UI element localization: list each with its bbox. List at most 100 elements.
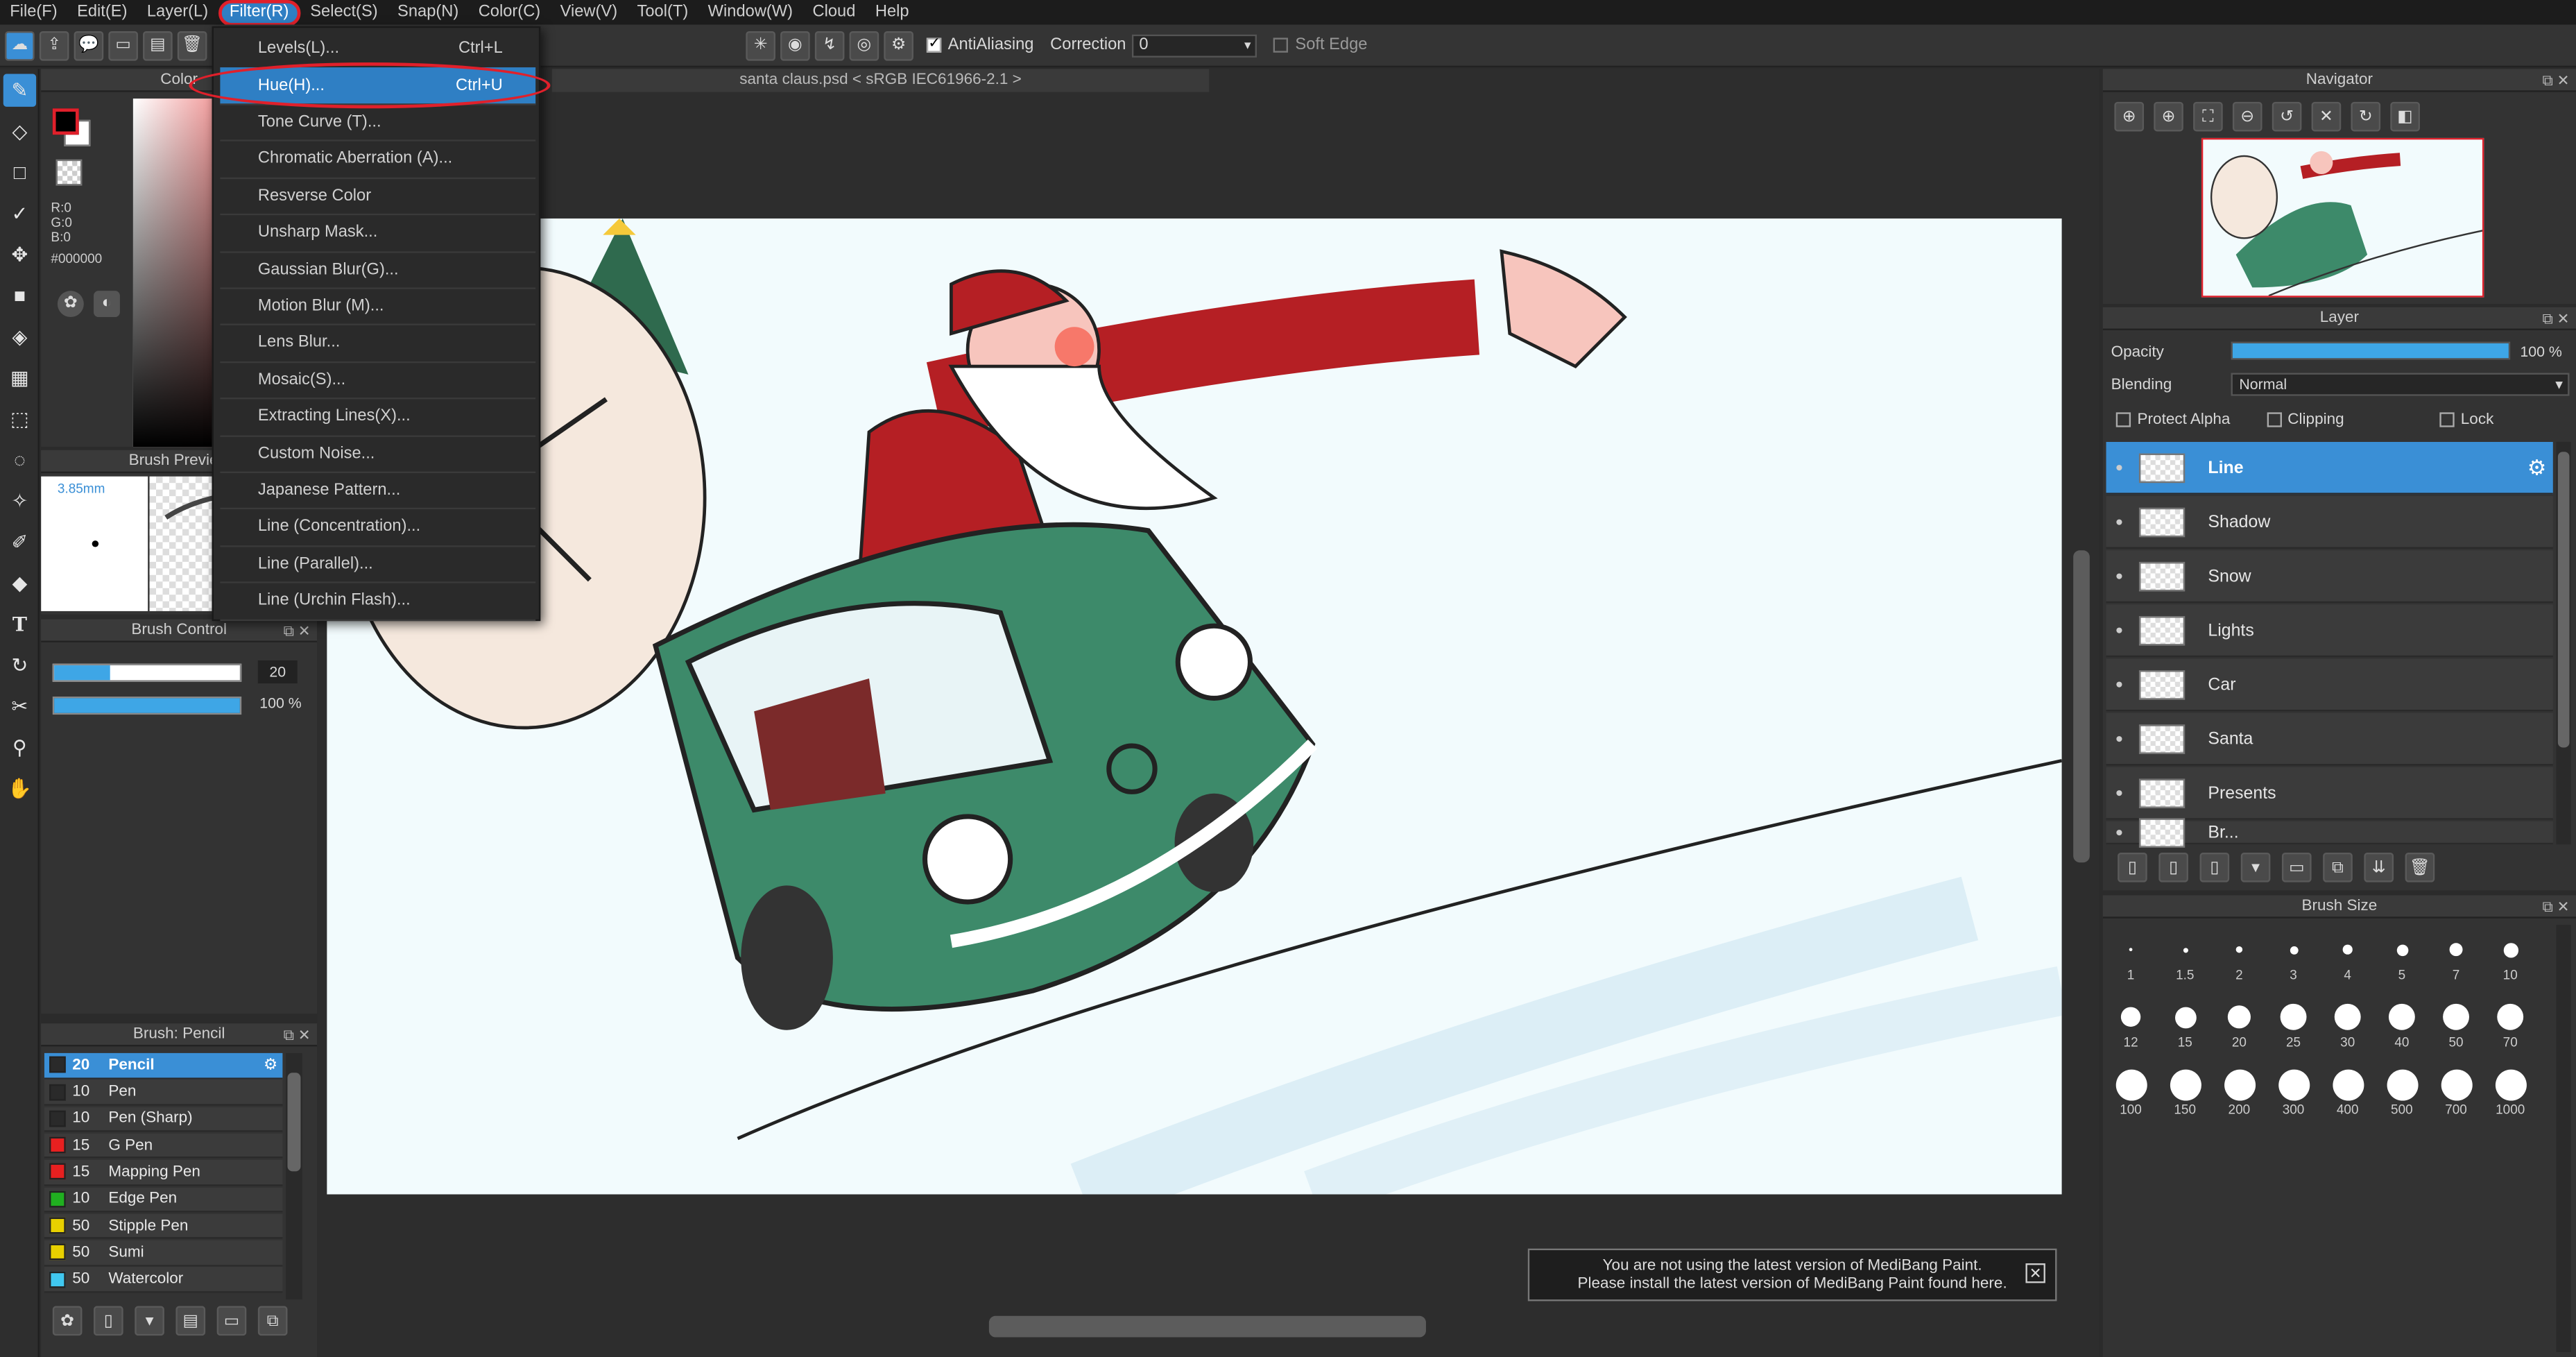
select-tool-icon[interactable]: ⬚ xyxy=(3,402,36,435)
filter-menu-item[interactable]: Japanese Pattern... xyxy=(220,473,536,510)
brush-size-preset[interactable]: 1000 xyxy=(2486,1066,2535,1117)
layer-row[interactable]: ● Snow xyxy=(2106,550,2553,604)
antialiasing-checkbox[interactable]: ✓ xyxy=(926,35,942,53)
layer-row[interactable]: ● Line ⚙ xyxy=(2106,441,2553,495)
select-eraser-tool-icon[interactable]: ◆ xyxy=(3,567,36,599)
brush-size-preset[interactable]: 4 xyxy=(2323,932,2372,982)
filter-menu-item[interactable]: Unsharp Mask... xyxy=(220,215,536,253)
gear-icon[interactable]: ⚙ xyxy=(2527,454,2547,481)
brush-duplicate-icon[interactable]: ⧉ xyxy=(257,1306,288,1336)
layer-row[interactable]: ● Br... xyxy=(2106,817,2553,847)
brush-list-item[interactable]: 50 Stipple Pen xyxy=(44,1213,283,1240)
new-layer-icon[interactable]: ▯ xyxy=(2118,852,2147,882)
bucket-tool-icon[interactable]: ◈ xyxy=(3,321,36,353)
layer-row[interactable]: ● Shadow xyxy=(2106,496,2553,549)
visibility-icon[interactable]: ● xyxy=(2106,731,2133,746)
brush-menu-icon[interactable]: ▾ xyxy=(135,1306,164,1336)
brush-size-preset[interactable]: 50 xyxy=(2432,999,2481,1050)
menu-help[interactable]: Help xyxy=(866,0,919,25)
brush-size-preset[interactable]: 500 xyxy=(2377,1066,2426,1117)
brush-size-preset[interactable]: 30 xyxy=(2323,999,2372,1050)
brush-list-item[interactable]: 10 Pen xyxy=(44,1079,283,1106)
brush-size-preset[interactable]: 5 xyxy=(2377,932,2426,982)
menu-view-v[interactable]: View(V) xyxy=(550,0,627,25)
flip-icon[interactable]: ◧ xyxy=(2390,101,2420,132)
hand-tool-icon[interactable]: ✋ xyxy=(3,772,36,805)
brush-list-item[interactable]: 15 Mapping Pen xyxy=(44,1160,283,1186)
menu-filter-r[interactable]: Filter(R) xyxy=(218,0,301,26)
brush-size-preset[interactable]: 3 xyxy=(2269,932,2318,982)
brush-size-preset[interactable]: 25 xyxy=(2269,999,2318,1050)
brush-size-preset[interactable]: 1.5 xyxy=(2161,932,2210,982)
menu-edit-e[interactable]: Edit(E) xyxy=(67,0,137,25)
snap-curve-icon[interactable]: ↯ xyxy=(814,30,845,60)
color-picker-icon[interactable]: ◐ xyxy=(94,291,120,318)
filter-menu-item[interactable]: Lens Blur... xyxy=(220,325,536,363)
layer-row[interactable]: ● Lights xyxy=(2106,604,2553,658)
snap-circle-icon[interactable]: ◉ xyxy=(780,30,810,60)
brush-size-preset[interactable]: 100 xyxy=(2106,1066,2156,1117)
new-brush-icon[interactable]: ▯ xyxy=(94,1306,123,1336)
share-icon[interactable]: ⇪ xyxy=(39,30,69,60)
filter-menu-item[interactable]: Line (Parallel)... xyxy=(220,547,536,583)
snap-off-icon[interactable]: ✳ xyxy=(746,30,775,60)
move-tool-icon[interactable]: ✥ xyxy=(3,238,36,271)
brush-size-preset[interactable]: 7 xyxy=(2432,932,2481,982)
brush-size-preset[interactable]: 150 xyxy=(2161,1066,2210,1117)
brush-copy-icon[interactable]: ▤ xyxy=(175,1306,206,1336)
visibility-icon[interactable]: ● xyxy=(2106,785,2133,800)
brush-size-preset[interactable]: 70 xyxy=(2486,999,2535,1050)
text-tool-icon[interactable]: T xyxy=(3,608,36,640)
visibility-icon[interactable]: ● xyxy=(2106,825,2133,839)
visibility-icon[interactable]: ● xyxy=(2106,677,2133,692)
fill-rect-tool-icon[interactable]: ■ xyxy=(3,280,36,312)
panel-buttons[interactable]: ⧉ ✕ xyxy=(2542,69,2569,92)
trash-icon[interactable]: 🗑 xyxy=(177,30,207,60)
drawing-canvas[interactable] xyxy=(327,218,2062,1195)
zoom-plus-icon[interactable]: ⊕ xyxy=(2154,101,2183,132)
brush-list-item[interactable]: 50 Watercolor xyxy=(44,1267,283,1293)
dot-tool-icon[interactable]: ✓ xyxy=(3,197,36,230)
rotate-left-icon[interactable]: ↺ xyxy=(2272,101,2302,132)
filter-menu-item[interactable]: Tone Curve (T)... xyxy=(220,105,536,142)
filter-menu-item[interactable]: Line (Urchin Flash)... xyxy=(220,583,536,620)
correction-select[interactable]: 0 ▾ xyxy=(1132,33,1257,57)
brush-list-item[interactable]: 10 Edge Pen xyxy=(44,1186,283,1213)
close-icon[interactable]: ✕ xyxy=(2025,1263,2045,1283)
filter-menu-item[interactable]: Custom Noise... xyxy=(220,436,536,473)
brush-list-item[interactable]: 50 Sumi xyxy=(44,1240,283,1266)
clipping-checkbox[interactable] xyxy=(2266,412,2281,427)
add-brush-icon[interactable]: ✿ xyxy=(52,1306,83,1336)
protect-alpha-checkbox[interactable] xyxy=(2115,412,2131,427)
filter-menu-item[interactable]: Extracting Lines(X)... xyxy=(220,399,536,436)
visibility-icon[interactable]: ● xyxy=(2106,622,2133,637)
brush-list-item[interactable]: 20 Pencil ⚙ xyxy=(44,1052,283,1079)
panel-buttons[interactable]: ⧉ ✕ xyxy=(2542,896,2569,919)
layer-row[interactable]: ● Presents xyxy=(2106,767,2553,820)
visibility-icon[interactable]: ● xyxy=(2106,460,2133,475)
menu-window-w[interactable]: Window(W) xyxy=(698,0,802,25)
gradient-tool-icon[interactable]: ▦ xyxy=(3,361,36,394)
panel-buttons[interactable]: ⧉ ✕ xyxy=(284,620,311,642)
brush-size-preset[interactable]: 15 xyxy=(2161,999,2210,1050)
duplicate-layer-icon[interactable]: ⧉ xyxy=(2323,852,2353,882)
zoom-in-icon[interactable]: ⊕ xyxy=(2114,101,2145,132)
brush-size-preset[interactable]: 40 xyxy=(2377,999,2426,1050)
speech-icon[interactable]: ▭ xyxy=(108,30,138,60)
settings-icon[interactable]: ⚙ xyxy=(884,30,913,60)
layer-add-menu-icon[interactable]: ▾ xyxy=(2240,852,2271,882)
delete-layer-icon[interactable]: 🗑 xyxy=(2405,852,2435,882)
select-pen-tool-icon[interactable]: ✐ xyxy=(3,526,36,558)
zoom-out-icon[interactable]: ⊖ xyxy=(2232,101,2262,132)
filter-menu-item[interactable]: Resverse Color xyxy=(220,178,536,216)
menu-snap-n[interactable]: Snap(N) xyxy=(388,0,469,25)
eyedropper-tool-icon[interactable]: ⚲ xyxy=(3,731,36,764)
brush-tool-icon[interactable]: ✎ xyxy=(3,74,37,107)
new-halftone-layer-icon[interactable]: ▯ xyxy=(2158,852,2188,882)
brush-list-item[interactable]: 10 Pen (Sharp) xyxy=(44,1107,283,1132)
eraser-tool-icon[interactable]: ◇ xyxy=(3,115,36,148)
brush-size-preset[interactable]: 700 xyxy=(2432,1066,2481,1117)
brush-size-scrollbar[interactable] xyxy=(2556,925,2571,1352)
fit-icon[interactable]: ⛶ xyxy=(2193,101,2223,132)
lasso-tool-icon[interactable]: ◌ xyxy=(3,443,36,476)
